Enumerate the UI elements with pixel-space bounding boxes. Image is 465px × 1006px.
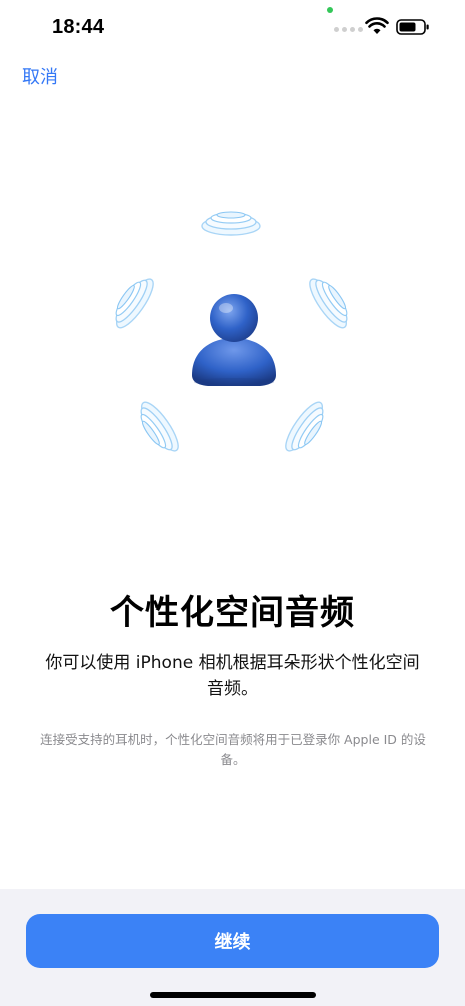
status-bar: 18:44 bbox=[0, 0, 465, 54]
battery-icon bbox=[396, 19, 429, 35]
wifi-icon bbox=[365, 17, 389, 34]
sound-wave-icon bbox=[106, 270, 160, 334]
continue-button[interactable]: 继续 bbox=[26, 914, 439, 968]
signal-dots-icon bbox=[334, 27, 363, 32]
sound-wave-icon bbox=[279, 396, 333, 460]
status-time: 18:44 bbox=[52, 16, 105, 38]
description-text: 你可以使用 iPhone 相机根据耳朵形状个性化空间音频。 bbox=[45, 653, 420, 699]
cancel-button[interactable]: 取消 bbox=[22, 63, 58, 89]
person-icon bbox=[192, 294, 276, 386]
hero-illustration bbox=[106, 211, 357, 460]
sound-wave-icon bbox=[131, 396, 185, 460]
footnote-text: 连接受支持的耳机时，个性化空间音频将用于已登录你 Apple ID 的设备。 bbox=[40, 732, 426, 767]
sound-wave-icon bbox=[201, 211, 261, 236]
home-indicator[interactable] bbox=[150, 992, 316, 998]
privacy-indicator-dot bbox=[327, 7, 333, 13]
sound-wave-icon bbox=[303, 270, 357, 334]
page-title: 个性化空间音频 bbox=[110, 593, 355, 633]
bottom-bar: 继续 bbox=[0, 889, 465, 1006]
